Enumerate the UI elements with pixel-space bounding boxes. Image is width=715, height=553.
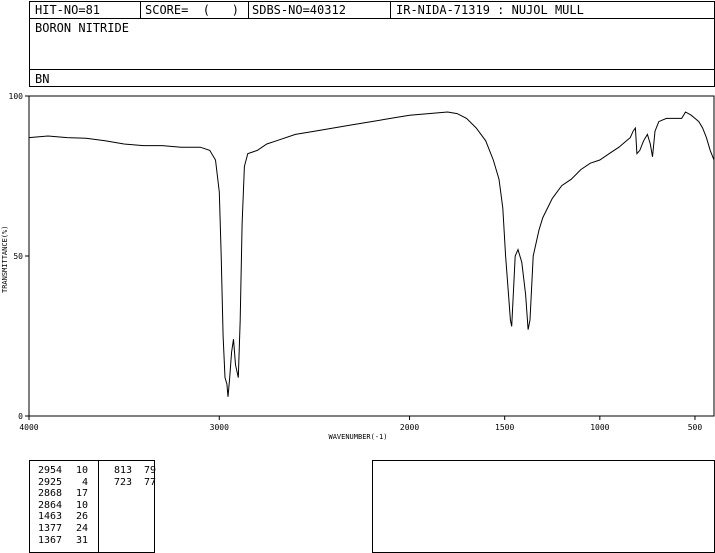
sdbs-number: SDBS-NO=40312 — [252, 3, 346, 17]
x-tick-label: 500 — [688, 423, 703, 432]
peak-row: 2864 10 — [38, 500, 88, 512]
peak-row: 2868 17 — [38, 488, 88, 500]
hit-number: HIT-NO=81 — [35, 3, 101, 17]
x-tick-label: 4000 — [19, 423, 38, 432]
x-tick-label: 2000 — [400, 423, 419, 432]
peak-transmittance: 79 — [143, 465, 156, 476]
peak-row: 813 79 — [114, 465, 156, 477]
y-axis-label: TRANSMITTANCE(%) — [1, 226, 9, 293]
peak-transmittance: 4 — [81, 476, 88, 488]
peak-row: 1377 24 — [38, 523, 88, 535]
x-axis-label: WAVENUMBER(-1) — [328, 433, 387, 441]
x-tick-label: 3000 — [210, 423, 229, 432]
peak-transmittance: 26 — [75, 511, 88, 523]
peak-column-1: 2954 10 2925 4 2868 17 2864 10 1463 26 1377 24 1367 3… — [38, 465, 88, 546]
peak-transmittance: 77 — [143, 476, 156, 488]
ir-spectrum-chart: 0 50 100 4000 3000 2000 1500 1000 500 TRANSMITT… — [1, 92, 715, 441]
header-divider — [248, 2, 249, 18]
plot-frame — [28, 95, 715, 417]
peak-row: 723 77 — [114, 477, 156, 489]
peak-row: 2925 4 — [38, 477, 88, 489]
peak-wavenumber: 1463 — [38, 511, 63, 523]
peak-wavenumber: 2954 — [38, 465, 63, 476]
peak-wavenumber: 2925 — [38, 476, 63, 488]
peak-wavenumber: 1367 — [38, 534, 63, 546]
header-bar: HIT-NO=81 SCORE= ( ) SDBS-NO=40312 IR-NI… — [29, 1, 715, 19]
peak-wavenumber: 2868 — [38, 488, 63, 500]
header-divider — [140, 2, 141, 18]
peak-wavenumber: 723 — [114, 476, 133, 488]
y-tick-label: 50 — [13, 252, 23, 261]
peak-wavenumber: 2864 — [38, 499, 63, 511]
info-divider — [30, 69, 714, 70]
compound-formula: BN — [35, 72, 50, 86]
spectrum-line — [28, 111, 715, 397]
peak-table-divider — [98, 461, 99, 553]
peak-table: 2954 10 2925 4 2868 17 2864 10 1463 26 1377 24 1367 3… — [29, 460, 156, 553]
y-tick-label: 0 — [18, 412, 23, 421]
peak-row: 1367 31 — [38, 535, 88, 547]
peak-column-2: 813 79 723 77 — [114, 465, 156, 488]
peak-transmittance: 10 — [75, 465, 88, 476]
peak-row: 2954 10 — [38, 465, 88, 477]
peak-row: 1463 26 — [38, 511, 88, 523]
y-tick-label: 100 — [9, 92, 24, 101]
empty-panel — [372, 460, 715, 553]
peak-transmittance: 10 — [75, 499, 88, 511]
x-tick-label: 1000 — [590, 423, 609, 432]
peak-transmittance: 24 — [75, 522, 88, 534]
compound-info: BORON NITRIDE BN — [29, 18, 715, 87]
header-divider — [390, 2, 391, 18]
peak-wavenumber: 813 — [114, 465, 133, 476]
compound-name: BORON NITRIDE — [35, 21, 129, 35]
score-field: SCORE= ( ) — [145, 3, 239, 17]
x-tick-label: 1500 — [495, 423, 514, 432]
peak-transmittance: 17 — [75, 488, 88, 500]
peak-wavenumber: 1377 — [38, 522, 63, 534]
peak-transmittance: 31 — [75, 534, 88, 546]
ir-code: IR-NIDA-71319 : NUJOL MULL — [396, 3, 584, 17]
